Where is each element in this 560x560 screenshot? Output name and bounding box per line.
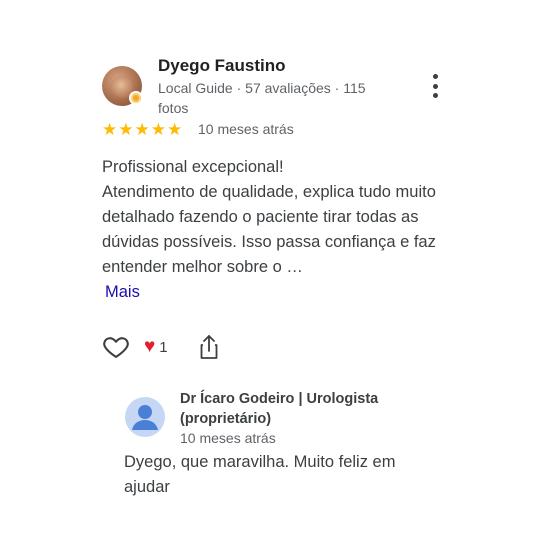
- review-card: Dyego Faustino Local Guide · 57 avaliaçõ…: [0, 0, 560, 560]
- reaction-count: 1: [159, 338, 168, 356]
- owner-name: Dr Ícaro Godeiro | Urologista (proprietá…: [180, 391, 379, 427]
- share-icon: [200, 335, 218, 359]
- owner-avatar: [125, 397, 165, 437]
- more-options-icon[interactable]: [425, 72, 445, 100]
- star-icon: ★: [134, 120, 150, 139]
- rating-stars: ★ ★ ★ ★ ★: [102, 120, 182, 140]
- heart-icon: ♥: [144, 336, 156, 357]
- reaction-button[interactable]: ♥ 1: [144, 336, 168, 358]
- star-icon: ★: [150, 120, 166, 139]
- more-link[interactable]: Mais: [105, 283, 140, 302]
- author-meta: Local Guide · 57 avaliações · 115 fotos: [158, 80, 366, 116]
- author-avatar[interactable]: [102, 66, 143, 106]
- star-icon: ★: [102, 120, 118, 139]
- star-icon: ★: [118, 120, 134, 139]
- author-name[interactable]: Dyego Faustino: [158, 56, 286, 76]
- owner-response-text: Dyego, que maravilha. Muito feliz em aju…: [124, 453, 396, 496]
- default-profile-icon: [132, 405, 158, 430]
- star-icon: ★: [167, 120, 183, 139]
- review-time: 10 meses atrás: [198, 121, 294, 137]
- heart-outline-icon: [103, 337, 129, 358]
- share-button[interactable]: [198, 333, 220, 361]
- like-button[interactable]: [102, 333, 130, 361]
- owner-response-time: 10 meses atrás: [180, 430, 276, 446]
- review-text: Profissional excepcional! Atendimento de…: [102, 155, 462, 280]
- review-text-line: Profissional excepcional!: [102, 158, 284, 176]
- local-guide-badge-icon: [129, 91, 143, 105]
- review-text-line: Atendimento de qualidade, explica tudo m…: [102, 183, 436, 276]
